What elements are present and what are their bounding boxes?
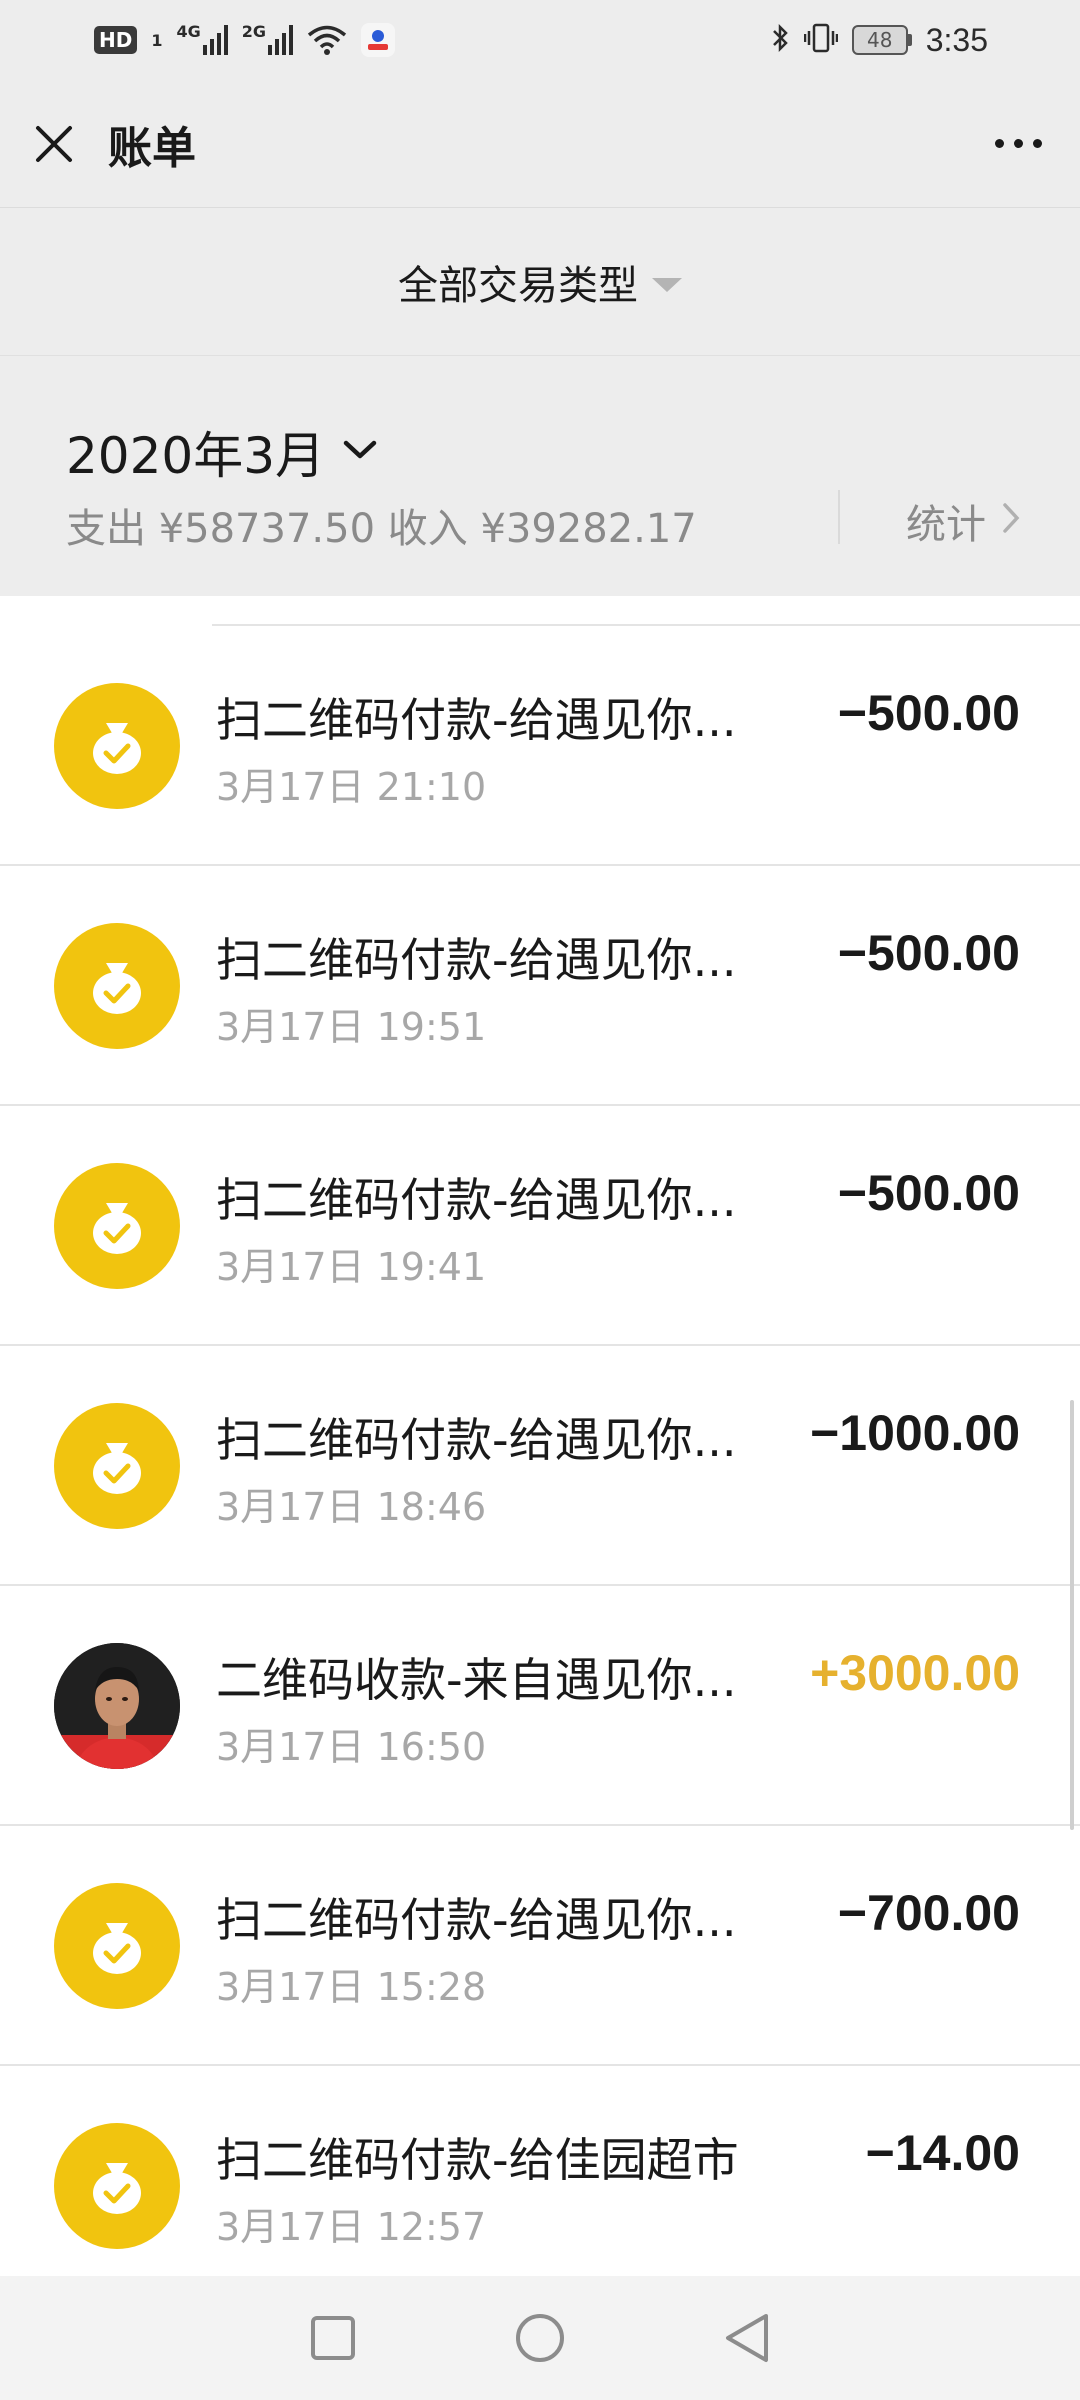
transaction-title: 扫二维码付款-给遇见你... [216, 1413, 737, 1467]
transaction-date: 3月17日 21:10 [216, 765, 487, 809]
transaction-date: 3月17日 19:41 [216, 1245, 487, 1289]
bluetooth-icon [770, 22, 790, 58]
page-title: 账单 [108, 122, 196, 174]
scrollbar[interactable] [1070, 1400, 1074, 1830]
filter-label[interactable]: 全部交易类型 [398, 253, 638, 311]
transaction-amount: −14.00 [865, 2125, 1020, 2181]
transaction-date: 3月17日 12:57 [216, 2205, 487, 2249]
transaction-row[interactable]: 扫二维码付款-给遇见你... 3月17日 19:41 −500.00 [0, 1106, 1080, 1346]
transaction-row[interactable]: 扫二维码付款-给佳园超市 3月17日 12:57 −14.00 [0, 2066, 1080, 2276]
month-label[interactable]: 2020年3月 [66, 416, 325, 488]
month-summary: 2020年3月 支出 ¥58737.50 收入 ¥39282.17 统计 [0, 356, 1080, 596]
home-icon[interactable] [510, 2308, 570, 2368]
transaction-row[interactable]: 扫二维码付款-给遇见你... 3月17日 18:46 −1000.00 [0, 1346, 1080, 1586]
transaction-row[interactable]: 扫二维码付款-给遇见你... 3月17日 21:10 −500.00 [0, 626, 1080, 866]
transaction-title: 扫二维码付款-给遇见你... [216, 1893, 737, 1947]
transaction-row[interactable]: 扫二维码付款-给遇见你... 3月17日 19:51 −500.00 [0, 866, 1080, 1106]
divider [838, 490, 840, 544]
net-label-4g: 4G [176, 22, 201, 41]
money-bag-icon [54, 1163, 180, 1289]
back-icon[interactable] [717, 2308, 777, 2368]
transaction-amount: −700.00 [837, 1885, 1020, 1941]
transaction-amount: −1000.00 [810, 1405, 1020, 1461]
close-icon[interactable] [32, 122, 76, 166]
transaction-date: 3月17日 16:50 [216, 1725, 487, 1769]
transaction-date: 3月17日 15:28 [216, 1965, 487, 2009]
transaction-list[interactable]: 扫二维码付款-给遇见你... 3月17日 21:10 −500.00 扫二维码付… [0, 596, 1080, 2276]
transaction-amount: −500.00 [837, 1165, 1020, 1221]
status-right: 48 3:35 [770, 22, 988, 59]
transaction-amount: −500.00 [837, 685, 1020, 741]
avatar [54, 1643, 180, 1769]
chevron-right-icon[interactable] [1002, 498, 1020, 544]
app-header: 账单 [0, 80, 1080, 208]
list-top-divider [212, 596, 1080, 626]
recent-apps-icon[interactable] [303, 2308, 363, 2368]
stats-label[interactable]: 统计 [906, 492, 986, 550]
money-bag-icon [54, 2123, 180, 2249]
vibrate-icon [803, 22, 838, 58]
transaction-row[interactable]: 二维码收款-来自遇见你... 3月17日 16:50 +3000.00 [0, 1586, 1080, 1826]
net-label-2g: 2G [241, 22, 267, 41]
system-nav-bar [0, 2276, 1080, 2400]
transaction-title: 扫二维码付款-给遇见你... [216, 933, 737, 987]
sim-indicator: 1 [151, 30, 163, 50]
chevron-down-icon[interactable] [343, 439, 377, 465]
more-icon[interactable] [988, 122, 1048, 166]
transaction-amount: −500.00 [837, 925, 1020, 981]
signal-4g-icon: 4G [176, 22, 228, 55]
money-bag-icon [54, 923, 180, 1049]
money-bag-icon [54, 1403, 180, 1529]
hd-badge: HD [94, 26, 138, 54]
transaction-title: 扫二维码付款-给佳园超市 [216, 2133, 739, 2187]
month-totals: 支出 ¥58737.50 收入 ¥39282.17 [66, 506, 697, 552]
transaction-title: 扫二维码付款-给遇见你... [216, 1173, 737, 1227]
month-selector[interactable]: 2020年3月 [66, 416, 377, 488]
transaction-title: 二维码收款-来自遇见你... [216, 1653, 737, 1707]
clock: 3:35 [925, 21, 988, 58]
baidu-app-icon [361, 23, 396, 57]
transaction-title: 扫二维码付款-给遇见你... [216, 693, 737, 747]
status-left: HD 1 4G 2G [94, 22, 396, 57]
transaction-type-filter[interactable]: 全部交易类型 [0, 208, 1080, 356]
status-bar: HD 1 4G 2G 48 3:35 [0, 0, 1080, 80]
wifi-icon [307, 24, 347, 56]
transaction-amount: +3000.00 [810, 1645, 1020, 1701]
transaction-date: 3月17日 18:46 [216, 1485, 487, 1529]
money-bag-icon [54, 683, 180, 809]
stats-button[interactable]: 统计 [906, 492, 1020, 550]
transaction-row[interactable]: 扫二维码付款-给遇见你... 3月17日 15:28 −700.00 [0, 1826, 1080, 2066]
signal-2g-icon: 2G [241, 22, 294, 55]
caret-down-icon[interactable] [652, 277, 682, 292]
transaction-date: 3月17日 19:51 [216, 1005, 487, 1049]
battery-icon: 48 [851, 25, 912, 55]
money-bag-icon [54, 1883, 180, 2009]
battery-level: 48 [851, 25, 908, 55]
